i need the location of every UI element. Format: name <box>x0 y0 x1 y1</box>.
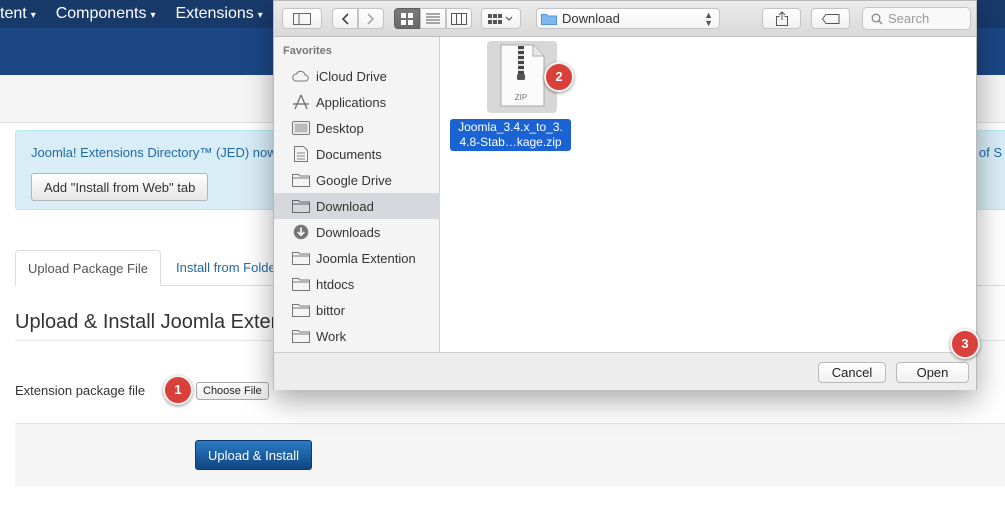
folder-icon <box>291 328 311 344</box>
file-name-label: Joomla_3.4.x_to_3. 4.8-Stab…kage.zip <box>450 119 571 151</box>
folder-icon <box>291 302 311 318</box>
sidebar-item-google-drive[interactable]: Google Drive <box>274 167 440 193</box>
sidebar-item-desktop[interactable]: Desktop <box>274 115 440 141</box>
file-name-line1: Joomla_3.4.x_to_3. <box>458 120 563 134</box>
menu-content[interactable]: tent ▾ <box>0 5 36 23</box>
folder-icon <box>291 250 311 266</box>
arrange-grid-icon <box>488 13 513 24</box>
updown-chevron-icon: ▲ ▼ <box>704 10 713 28</box>
form-actions: Upload & Install <box>15 423 1005 487</box>
desktop-icon <box>291 120 311 136</box>
arrange-button[interactable] <box>481 8 521 29</box>
file-name-line2: 4.8-Stab…kage.zip <box>459 135 562 149</box>
file-browser-area: ZIP Joomla_3.4.x_to_3. 4.8-Stab…kage.zip <box>440 37 976 352</box>
chevron-right-icon <box>367 12 375 25</box>
sidebar-heading: Favorites <box>283 45 332 57</box>
cancel-button[interactable]: Cancel <box>818 362 886 383</box>
sidebar-item-label: Download <box>316 198 374 214</box>
search-placeholder: Search <box>888 11 930 26</box>
sidebar-item-label: Documents <box>316 146 382 162</box>
sidebar-icon <box>293 12 311 25</box>
caret-down-icon: ▾ <box>150 10 156 21</box>
forward-button[interactable] <box>358 8 384 29</box>
menu-content-label: tent <box>0 5 27 22</box>
chevron-left-icon <box>341 12 349 25</box>
step-badge-3: 3 <box>950 329 980 359</box>
tag-icon <box>821 13 839 24</box>
sidebar-item-icloud-drive[interactable]: iCloud Drive <box>274 63 440 89</box>
choose-file-button[interactable]: Choose File <box>196 382 269 400</box>
sidebar-item-work[interactable]: Work <box>274 323 440 349</box>
sidebar-toggle-button[interactable] <box>282 8 322 29</box>
sidebar-item-label: Desktop <box>316 120 364 136</box>
tab-upload-package-file[interactable]: Upload Package File <box>15 250 161 286</box>
zip-file-icon: ZIP <box>500 44 545 107</box>
add-install-from-web-button[interactable]: Add "Install from Web" tab <box>31 173 209 201</box>
menu-extensions[interactable]: Extensions ▾ <box>175 5 262 23</box>
folder-icon <box>291 172 311 188</box>
icon-view-button[interactable] <box>394 8 420 29</box>
sidebar-item-label: Joomla Extention <box>316 250 416 266</box>
sidebar-item-download[interactable]: Download <box>274 193 440 219</box>
tags-button[interactable] <box>811 8 850 29</box>
file-type-label: ZIP <box>515 93 527 102</box>
file-open-dialog: Download ▲ ▼ Search Favorites iCloud Driv… <box>273 0 977 390</box>
sidebar-item-label: Downloads <box>316 224 381 240</box>
back-button[interactable] <box>332 8 358 29</box>
sidebar-item-label: Google Drive <box>316 172 392 188</box>
sidebar-item-joomla-extention[interactable]: Joomla Extention <box>274 245 440 271</box>
upload-install-button[interactable]: Upload & Install <box>195 440 313 470</box>
menu-components[interactable]: Components ▾ <box>56 5 156 23</box>
sidebar-item-label: Applications <box>316 94 387 110</box>
path-popup-label: Download <box>562 11 620 26</box>
tab-install-from-folder[interactable]: Install from Folde <box>164 250 288 286</box>
sidebar-item-htdocs[interactable]: htdocs <box>274 271 440 297</box>
menu-components-label: Components <box>55 5 147 22</box>
sidebar-item-label: htdocs <box>316 276 355 292</box>
documents-icon <box>291 146 311 162</box>
folder-icon <box>291 276 311 292</box>
caret-down-icon: ▾ <box>30 10 36 21</box>
columns-icon <box>451 12 467 25</box>
dialog-toolbar: Download ▲ ▼ Search <box>274 1 976 37</box>
step-badge-1: 1 <box>163 375 193 405</box>
search-field[interactable]: Search <box>862 7 971 30</box>
top-menu: tent ▾ Components ▾ Extensions ▾ <box>0 0 283 28</box>
downloads-icon <box>291 224 311 240</box>
sidebar-item-label: bittor <box>316 302 345 318</box>
sidebar-item-label: Work <box>316 328 347 344</box>
dialog-sidebar: Favorites iCloud Drive Applications Desk… <box>274 37 440 352</box>
open-button[interactable]: Open <box>896 362 969 383</box>
column-view-button[interactable] <box>446 8 472 29</box>
sidebar-item-documents[interactable]: Documents <box>274 141 440 167</box>
list-icon <box>426 13 440 24</box>
applications-icon <box>291 94 311 110</box>
folder-icon <box>541 14 557 25</box>
menu-extensions-label: Extensions <box>175 5 254 22</box>
list-view-button[interactable] <box>420 8 446 29</box>
extension-package-label: Extension package file <box>15 383 146 398</box>
sidebar-item-applications[interactable]: Applications <box>274 89 440 115</box>
sidebar-list: iCloud Drive Applications Desktop Docume… <box>274 63 440 349</box>
path-popup[interactable]: Download ▲ ▼ <box>536 8 720 29</box>
sidebar-item-bittor[interactable]: bittor <box>274 297 440 323</box>
folder-icon <box>291 198 311 214</box>
step-badge-2: 2 <box>544 62 574 92</box>
caret-down-icon: ▾ <box>257 10 263 21</box>
dialog-footer: Cancel Open <box>274 352 976 390</box>
share-icon <box>775 11 788 26</box>
jed-message: Joomla! Extensions Directory™ (JED) now <box>31 145 277 160</box>
section-title: Upload & Install Joomla Exten <box>15 311 282 333</box>
search-icon <box>871 13 883 24</box>
sidebar-item-downloads[interactable]: Downloads <box>274 219 440 245</box>
sidebar-item-label: iCloud Drive <box>316 68 387 84</box>
share-button[interactable] <box>762 8 801 29</box>
cloud-icon <box>291 68 311 84</box>
grid-icon <box>401 12 413 25</box>
